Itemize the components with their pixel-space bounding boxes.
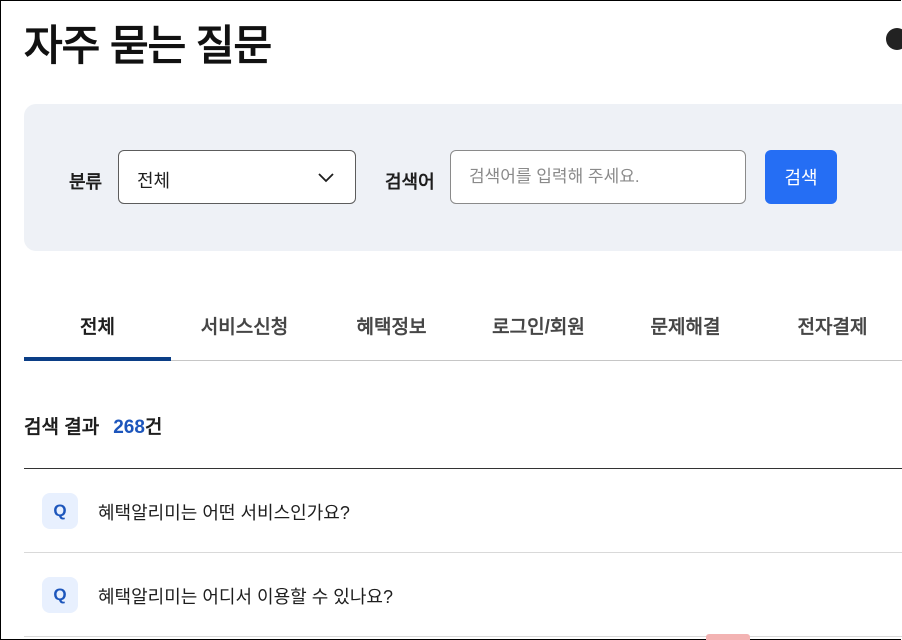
active-tab-indicator [24, 357, 171, 361]
faq-question: 혜택알리미는 어떤 서비스인가요? [98, 503, 350, 523]
category-tabs: 전체 서비스신청 혜택정보 로그인/회원 문제해결 전자결제 [24, 296, 902, 361]
faq-item[interactable]: Q 혜택알리미는 어디서 이용할 수 있나요? [24, 553, 902, 637]
result-count: 검색 결과 268건 [24, 412, 162, 439]
result-count-number: 268 [113, 417, 145, 438]
category-select[interactable]: 전체 [118, 150, 356, 204]
tab-all[interactable]: 전체 [24, 296, 171, 360]
chevron-down-icon [318, 173, 334, 183]
result-count-label: 검색 결과 [24, 417, 100, 438]
search-input[interactable] [450, 150, 746, 204]
result-count-unit: 건 [144, 417, 163, 438]
category-select-value: 전체 [137, 171, 171, 191]
question-badge: Q [42, 493, 78, 529]
category-label: 분류 [69, 172, 103, 192]
faq-item[interactable]: Q 혜택알리미는 어떤 서비스인가요? [24, 469, 902, 553]
menu-icon[interactable] [886, 28, 902, 50]
partial-element-peek [706, 634, 750, 640]
search-button[interactable]: 검색 [765, 150, 837, 204]
keyword-label: 검색어 [385, 172, 435, 192]
tab-troubleshooting[interactable]: 문제해결 [612, 296, 759, 360]
tab-login-member[interactable]: 로그인/회원 [465, 296, 612, 360]
tab-e-payment[interactable]: 전자결제 [759, 296, 902, 360]
faq-question: 혜택알리미는 어디서 이용할 수 있나요? [98, 587, 393, 607]
tab-service-application[interactable]: 서비스신청 [171, 296, 318, 360]
tab-benefit-info[interactable]: 혜택정보 [318, 296, 465, 360]
page-title: 자주 묻는 질문 [24, 22, 272, 69]
question-badge: Q [42, 577, 78, 613]
